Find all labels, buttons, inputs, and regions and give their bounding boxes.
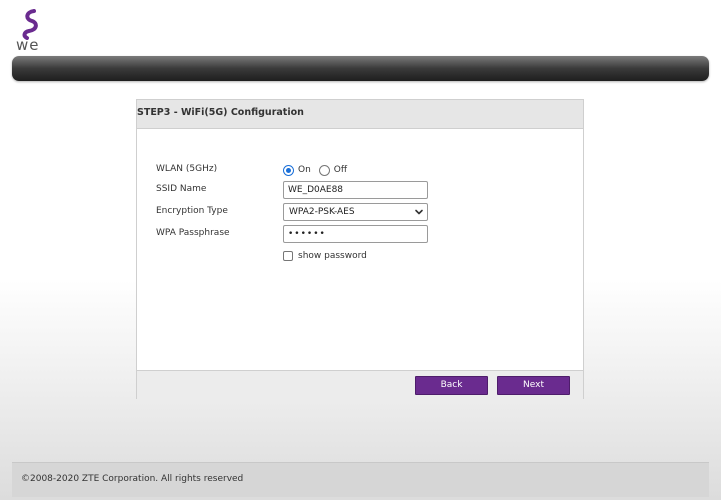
wlan-off-label: Off bbox=[333, 165, 348, 175]
show-password-label: show password bbox=[298, 251, 367, 261]
encryption-label: Encryption Type bbox=[156, 206, 228, 216]
wlan-label: WLAN (5GHz) bbox=[156, 164, 218, 174]
encryption-row: Encryption Type WPA2-PSK-AES bbox=[156, 203, 576, 221]
wifi-config-panel: STEP3 - WiFi(5G) Configuration WLAN (5GH… bbox=[136, 99, 584, 399]
encryption-select[interactable]: WPA2-PSK-AES bbox=[283, 203, 428, 221]
show-password-row: show password bbox=[283, 249, 367, 263]
copyright-text: ©2008-2020 ZTE Corporation. All rights r… bbox=[21, 474, 244, 484]
passphrase-label: WPA Passphrase bbox=[156, 228, 230, 238]
ssid-row: SSID Name WE_D0AE88 bbox=[156, 181, 576, 199]
next-button[interactable]: Next bbox=[497, 376, 570, 395]
logo-wordmark: we bbox=[16, 36, 40, 54]
ssid-label: SSID Name bbox=[156, 184, 207, 194]
back-button[interactable]: Back bbox=[415, 376, 488, 395]
top-navigation-bar bbox=[12, 56, 709, 81]
ssid-input[interactable]: WE_D0AE88 bbox=[283, 181, 428, 199]
wlan-on-radio[interactable] bbox=[283, 164, 294, 176]
wlan-on-label: On bbox=[298, 165, 311, 175]
panel-title: STEP3 - WiFi(5G) Configuration bbox=[137, 107, 304, 118]
page-footer: ©2008-2020 ZTE Corporation. All rights r… bbox=[12, 462, 709, 497]
panel-header: STEP3 - WiFi(5G) Configuration bbox=[137, 100, 583, 129]
encryption-value: WPA2-PSK-AES bbox=[289, 207, 355, 217]
show-password-checkbox[interactable] bbox=[283, 251, 293, 261]
panel-footer: Back Next bbox=[137, 370, 583, 399]
passphrase-input[interactable]: •••••• bbox=[283, 225, 428, 243]
wlan-row: WLAN (5GHz) On Off bbox=[156, 161, 576, 179]
chevron-down-icon bbox=[415, 209, 423, 215]
passphrase-row: WPA Passphrase •••••• bbox=[156, 225, 576, 243]
wlan-off-radio[interactable] bbox=[318, 164, 330, 176]
wlan-radio-group: On Off bbox=[283, 162, 355, 178]
